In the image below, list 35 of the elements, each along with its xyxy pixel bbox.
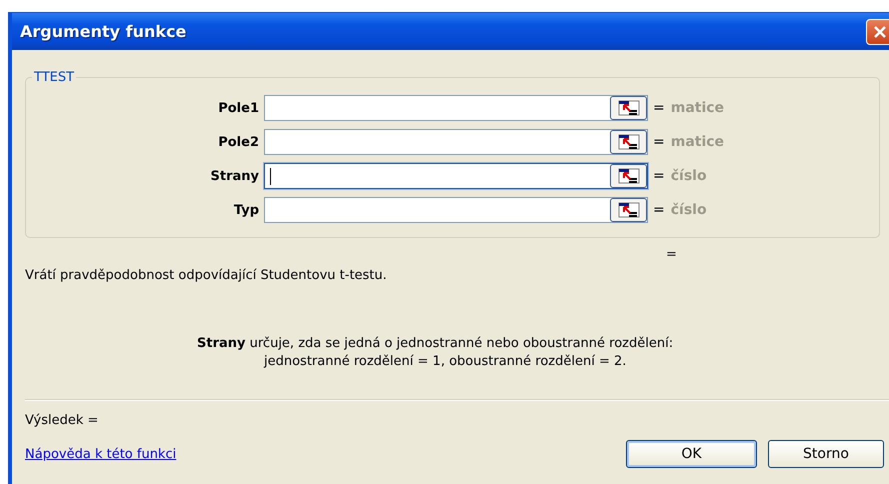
group-title: TTEST [33, 70, 76, 85]
equals-sign: = [653, 202, 665, 218]
range-select-icon [618, 134, 640, 150]
formula-result: = [666, 247, 677, 262]
argument-field[interactable] [264, 163, 648, 189]
argument-type: číslo [670, 202, 707, 218]
range-select-icon [618, 168, 640, 184]
equals-sign: = [653, 168, 665, 184]
argument-field[interactable] [264, 95, 648, 121]
argument-label: Pole2 [217, 134, 259, 150]
cancel-button[interactable]: Storno [768, 440, 884, 468]
argument-label: Typ [232, 202, 259, 218]
close-button[interactable] [866, 18, 889, 44]
argument-type: matice [670, 100, 724, 116]
argument-field[interactable] [264, 197, 648, 223]
argument-type: číslo [670, 168, 707, 184]
range-select-icon [618, 100, 640, 116]
window-title: Argumenty funkce [20, 22, 186, 41]
range-select-icon [618, 202, 640, 218]
help-link[interactable]: Nápověda k této funkci [25, 446, 176, 462]
argument-help: Strany určuje, zda se jedná o jednostranné nebo oboustranné rozdělení: jednostranné rozdělení = 1, oboustranné rozdělení = 2. [197, 335, 674, 371]
result-label: Výsledek = [25, 413, 100, 428]
ok-button[interactable]: OK [626, 440, 757, 468]
argument-type: matice [670, 134, 724, 150]
argument-field[interactable] [264, 129, 648, 155]
collapse-dialog-button[interactable] [610, 164, 647, 188]
close-icon [873, 24, 887, 38]
equals-sign: = [653, 100, 665, 116]
argument-label: Pole1 [217, 100, 259, 116]
equals-sign: = [653, 134, 665, 150]
collapse-dialog-button[interactable] [610, 96, 647, 120]
argument-label: Strany [210, 168, 259, 184]
collapse-dialog-button[interactable] [610, 130, 647, 154]
function-description: Vrátí pravděpodobnost odpovídající Studentovu t-testu. [25, 268, 388, 283]
collapse-dialog-button[interactable] [610, 198, 647, 222]
